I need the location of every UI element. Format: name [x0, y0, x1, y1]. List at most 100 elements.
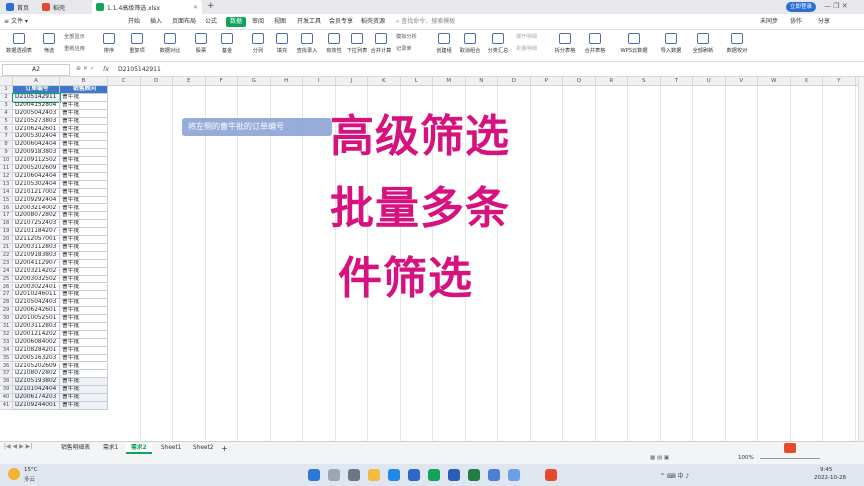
cell-sales-rep[interactable]: 曹牛批	[60, 299, 108, 308]
row-header[interactable]: 13	[0, 180, 13, 189]
row-header[interactable]: 32	[0, 330, 13, 339]
header-cell-order-no[interactable]: 订单编号	[13, 86, 60, 94]
new-tab-button[interactable]: +	[207, 1, 215, 11]
row-header[interactable]: 12	[0, 172, 13, 181]
filter-button[interactable]: 筛选	[36, 32, 62, 60]
cell-order-no[interactable]: D2105142911	[12, 92, 61, 103]
cell-sales-rep[interactable]: 曹牛批	[60, 354, 108, 363]
cell-sales-rep[interactable]: 曹牛批	[60, 212, 108, 221]
column-header-u[interactable]: U	[693, 77, 726, 86]
menu-member[interactable]: 会员专享	[329, 14, 353, 30]
cell-order-no[interactable]: D2112057001	[13, 236, 60, 244]
cell-sales-rep[interactable]: 曹牛批	[60, 244, 108, 252]
cell-order-no[interactable]: D2105273803	[13, 117, 60, 126]
merge-table-button[interactable]: 合并表格	[580, 32, 610, 60]
sheet-nav-arrows[interactable]: |◀ ◀ ▶ ▶|	[4, 443, 32, 450]
fx-icon[interactable]: fx	[103, 65, 109, 73]
cell-sales-rep[interactable]: 曹牛批	[60, 117, 108, 126]
cell-order-no[interactable]: D2003112803	[13, 244, 60, 252]
wps-icon[interactable]	[428, 469, 440, 481]
column-header-g[interactable]: G	[238, 77, 271, 86]
cell-order-no[interactable]: D2101042404	[13, 386, 60, 395]
data-proofread-button[interactable]: 数据校对	[722, 32, 752, 60]
column-header-f[interactable]: F	[205, 77, 238, 86]
fill-button[interactable]: 填充	[270, 32, 294, 60]
cell-order-no[interactable]: D2103214202	[13, 267, 60, 276]
view-mode-icons[interactable]: ▦ ▤ ▣	[650, 455, 669, 461]
row-header[interactable]: 17	[0, 212, 13, 221]
import-data-button[interactable]: 导入数据	[656, 32, 686, 60]
cell-sales-rep[interactable]: 曹牛批	[60, 291, 108, 300]
column-header-a[interactable]: A	[13, 77, 60, 86]
row-header[interactable]: 18	[0, 220, 13, 229]
task-view-icon[interactable]	[348, 469, 360, 481]
row-header[interactable]: 31	[0, 323, 13, 331]
row-header[interactable]: 36	[0, 362, 13, 371]
row-header[interactable]: 2	[0, 93, 13, 102]
cell-order-no[interactable]: D2109183803	[13, 251, 60, 260]
menu-view[interactable]: 视图	[274, 14, 286, 30]
row-header[interactable]: 38	[0, 378, 13, 387]
expand-detail-button[interactable]: 展开明细	[516, 33, 537, 40]
cell-sales-rep[interactable]: 曹牛批	[60, 378, 108, 387]
cell-sales-rep[interactable]: 曹牛批	[60, 157, 108, 165]
edge-icon[interactable]	[388, 469, 400, 481]
stock-button[interactable]: 股票	[188, 32, 214, 60]
cell-order-no[interactable]: D2109112502	[13, 157, 60, 165]
cell-order-no[interactable]: D2008072802	[13, 212, 60, 221]
tab-document[interactable]: 1.1.4高级筛选.xlsx ✕	[92, 0, 202, 14]
cell-sales-rep[interactable]: 曹牛批	[60, 283, 108, 292]
column-header-c[interactable]: C	[108, 77, 141, 86]
cell-sales-rep[interactable]: 曹牛批	[60, 275, 108, 284]
cell-order-no[interactable]: D2010246011	[13, 291, 60, 300]
row-header[interactable]: 41	[0, 402, 13, 410]
row-header[interactable]: 9	[0, 149, 13, 158]
select-all-corner[interactable]	[0, 77, 13, 86]
row-header[interactable]: 33	[0, 338, 13, 347]
cell-order-no[interactable]: D2109292404	[13, 196, 60, 205]
cell-order-no[interactable]: D2109244001	[13, 402, 60, 410]
row-header[interactable]: 21	[0, 244, 13, 252]
sheet-tab-req1[interactable]: 需求1	[98, 443, 123, 454]
cell-order-no[interactable]: D2101184207	[13, 228, 60, 237]
cell-order-no[interactable]: D2003214002	[13, 204, 60, 213]
lookup-entry-button[interactable]: 查找录入	[292, 32, 322, 60]
dropdown-list-button[interactable]: 下拉列表	[344, 32, 370, 60]
file-explorer-icon[interactable]	[368, 469, 380, 481]
row-header[interactable]: 35	[0, 354, 13, 363]
app-icon[interactable]	[488, 469, 500, 481]
text-to-columns-button[interactable]: 分列	[245, 32, 271, 60]
wps-office-icon[interactable]	[545, 469, 557, 481]
cell-sales-rep[interactable]: 曹牛批	[60, 251, 108, 260]
column-header-y[interactable]: Y	[823, 77, 856, 86]
column-header-s[interactable]: S	[628, 77, 661, 86]
cell-sales-rep[interactable]: 曹牛批	[60, 338, 108, 347]
sort-button[interactable]: 排序	[96, 32, 122, 60]
duplicates-button[interactable]: 重复项	[122, 32, 152, 60]
zoom-level[interactable]: 100%	[738, 455, 754, 461]
cell-sales-rep[interactable]: 曹牛批	[60, 323, 108, 331]
row-header[interactable]: 14	[0, 188, 13, 197]
column-header-j[interactable]: J	[335, 77, 368, 86]
cell-sales-rep[interactable]: 曹牛批	[60, 141, 108, 150]
column-header-h[interactable]: H	[270, 77, 303, 86]
cell-order-no[interactable]: D2005202609	[13, 165, 60, 173]
command-search[interactable]: ⌕ 查找命令、搜索模板	[396, 14, 455, 30]
excel-icon[interactable]	[468, 469, 480, 481]
cell-sales-rep[interactable]: 曹牛批	[60, 370, 108, 379]
column-header-q[interactable]: Q	[563, 77, 596, 86]
cell-order-no[interactable]: D2001214202	[13, 330, 60, 339]
cell-sales-rep[interactable]: 曹牛批	[60, 362, 108, 371]
cell-sales-rep[interactable]: 曹牛批	[60, 165, 108, 173]
formula-input[interactable]: D2105142911	[118, 63, 161, 77]
cell-order-no[interactable]: D2106042404	[13, 172, 60, 181]
share-button[interactable]: 分享	[818, 14, 830, 30]
cell-sales-rep[interactable]: 曹牛批	[60, 188, 108, 197]
menu-review[interactable]: 审阅	[252, 14, 264, 30]
ungroup-button[interactable]: 取消组合	[456, 32, 484, 60]
cell-sales-rep[interactable]: 曹牛批	[60, 394, 108, 402]
menu-insert[interactable]: 插入	[150, 14, 162, 30]
add-sheet-button[interactable]: +	[216, 443, 233, 454]
cell-sales-rep[interactable]: 曹牛批	[60, 386, 108, 395]
tab-docer[interactable]: 稻壳	[38, 0, 88, 14]
